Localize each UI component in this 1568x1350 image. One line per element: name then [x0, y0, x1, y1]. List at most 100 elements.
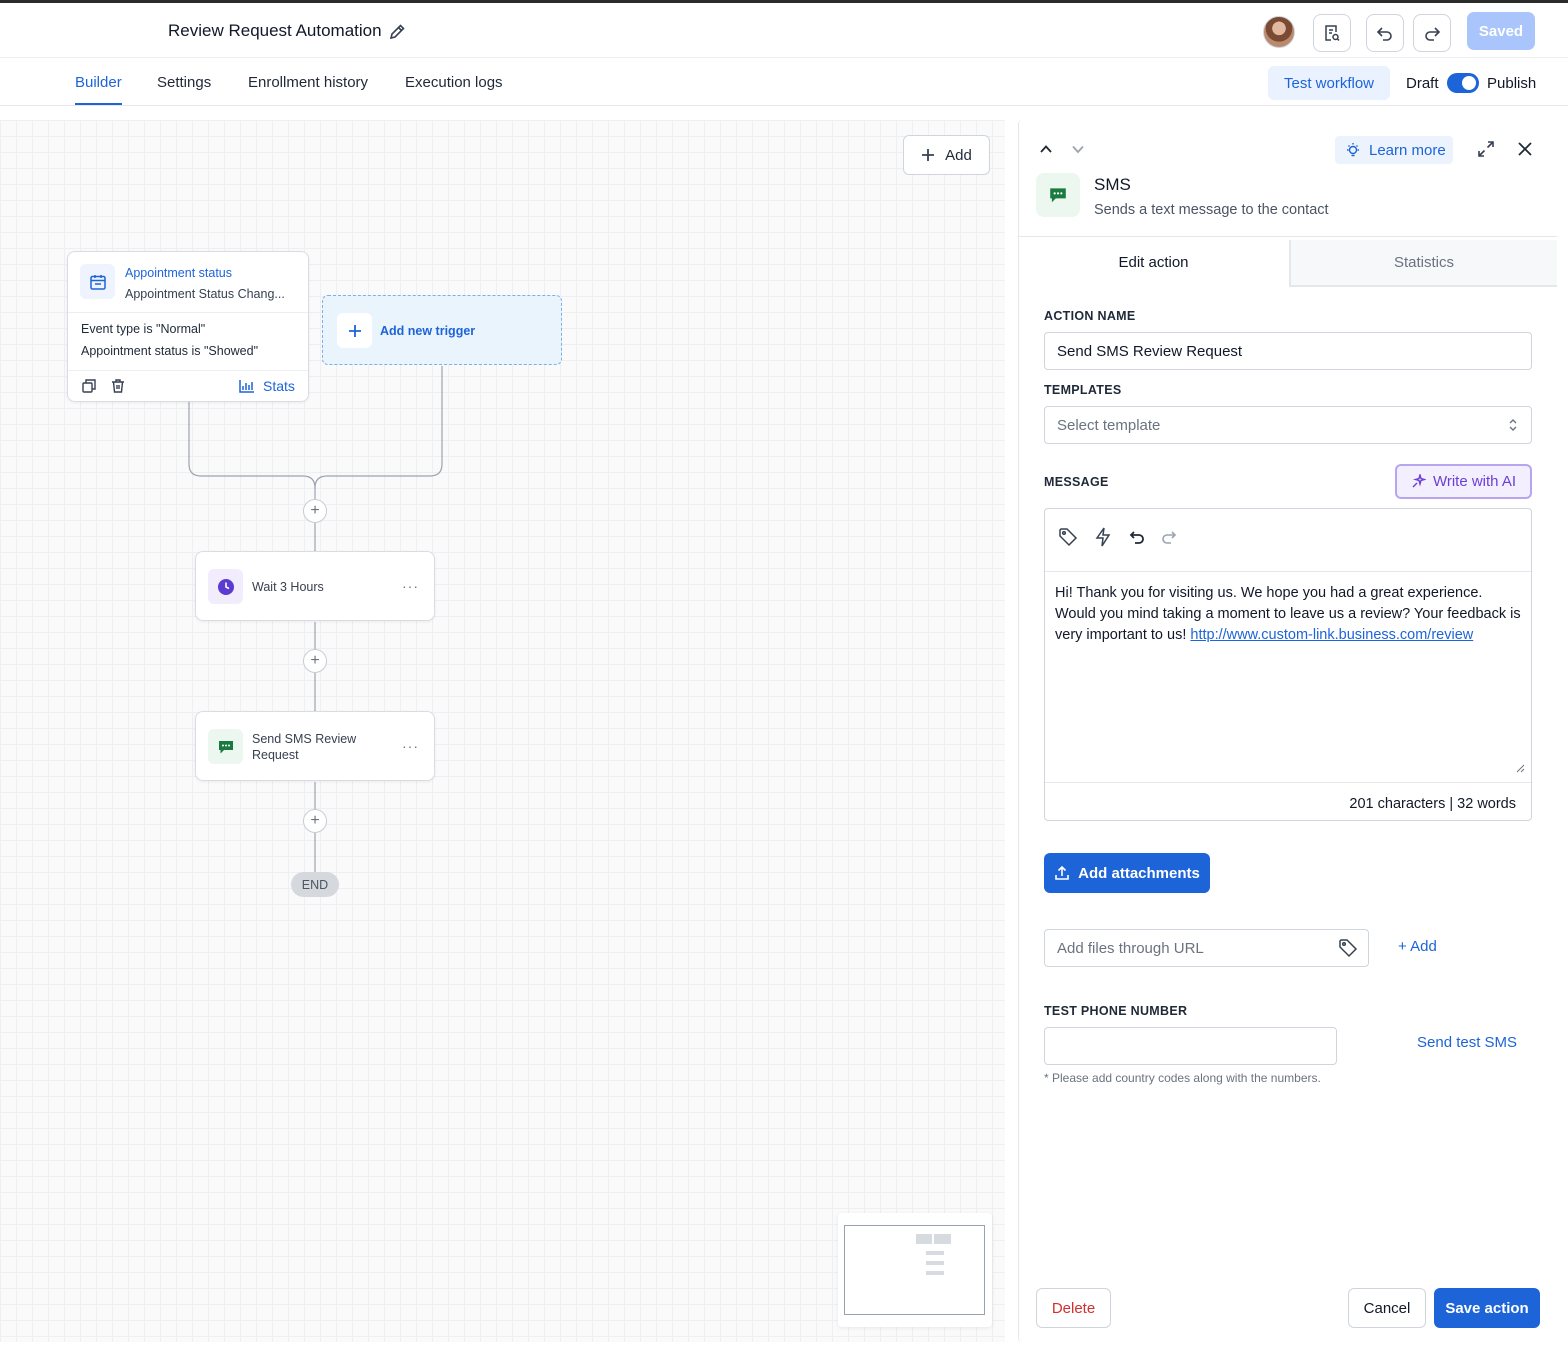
- test-workflow-button[interactable]: Test workflow: [1268, 66, 1390, 100]
- char-count: 201 characters: [1349, 796, 1446, 812]
- clock-icon: [217, 578, 234, 595]
- send-test-sms-link[interactable]: Send test SMS: [1417, 1034, 1517, 1051]
- word-count: 32 words: [1457, 796, 1516, 812]
- add-attachments-button[interactable]: Add attachments: [1044, 853, 1210, 893]
- step-more-icon[interactable]: ···: [402, 738, 419, 754]
- tag-icon[interactable]: [1338, 938, 1358, 958]
- template-select-placeholder: Select template: [1057, 416, 1161, 434]
- trigger-title: Appointment status: [125, 266, 233, 280]
- sms-icon: [218, 740, 233, 753]
- tab-settings[interactable]: Settings: [157, 74, 211, 91]
- attachment-url-placeholder: Add files through URL: [1057, 939, 1204, 957]
- workflow-end-marker: END: [291, 872, 339, 897]
- trigger-subtitle: Appointment Status Chang...: [125, 287, 285, 301]
- trash-icon[interactable]: [110, 378, 126, 394]
- sparkle-icon: [1412, 474, 1426, 488]
- sms-icon-box: [208, 729, 243, 764]
- trigger-condition: Event type is "Normal": [81, 322, 206, 336]
- chevron-down-icon[interactable]: [1071, 142, 1085, 156]
- tab-builder[interactable]: Builder: [75, 74, 122, 91]
- tab-execution-logs[interactable]: Execution logs: [405, 74, 503, 91]
- insert-step-button[interactable]: +: [303, 499, 327, 523]
- sms-action-icon-box: [1036, 173, 1080, 217]
- workflow-tabs-bar: Builder Settings Enrollment history Exec…: [0, 59, 1568, 106]
- redo-button[interactable]: [1413, 14, 1451, 52]
- save-action-button[interactable]: Save action: [1434, 1288, 1540, 1328]
- step-more-icon[interactable]: ···: [402, 578, 419, 594]
- message-text[interactable]: Hi! Thank you for visiting us. We hope y…: [1055, 583, 1525, 646]
- upload-icon: [1055, 865, 1069, 880]
- step-card-wait[interactable]: Wait 3 Hours ···: [195, 551, 435, 621]
- saved-button[interactable]: Saved: [1467, 12, 1535, 50]
- canvas-minimap[interactable]: [838, 1213, 992, 1327]
- trigger-card-appointment-status[interactable]: Appointment status Appointment Status Ch…: [67, 251, 309, 402]
- undo-button[interactable]: [1366, 14, 1404, 52]
- tag-icon[interactable]: [1058, 527, 1078, 547]
- write-with-ai-button[interactable]: Write with AI: [1395, 464, 1532, 499]
- wait-icon-box: [208, 569, 243, 604]
- action-name-value: Send SMS Review Request: [1057, 342, 1243, 360]
- action-type-description: Sends a text message to the contact: [1094, 202, 1329, 218]
- add-trigger-icon-box: [337, 313, 372, 348]
- lightning-icon[interactable]: [1094, 527, 1112, 547]
- plus-icon: [348, 324, 361, 337]
- tab-enrollment-history[interactable]: Enrollment history: [248, 74, 368, 91]
- undo-icon: [1376, 27, 1392, 41]
- user-avatar[interactable]: [1263, 16, 1295, 48]
- insert-step-button[interactable]: +: [303, 649, 327, 673]
- canvas-add-button[interactable]: Add: [903, 135, 990, 175]
- add-new-trigger-card[interactable]: Add new trigger: [322, 295, 562, 365]
- trigger-stats-button[interactable]: Stats: [239, 378, 295, 394]
- draft-label: Draft: [1406, 75, 1439, 92]
- action-side-panel: Learn more SMS Sends a text message to t…: [1018, 120, 1557, 1342]
- trigger-divider: [68, 312, 308, 313]
- phone-hint-text: * Please add country codes along with th…: [1044, 1071, 1321, 1085]
- workflow-canvas[interactable]: Add Appointment status Appointment Statu…: [0, 120, 1005, 1342]
- add-url-link[interactable]: + Add: [1398, 938, 1437, 955]
- canvas-add-label: Add: [945, 146, 972, 164]
- trigger-icon-box: [80, 264, 115, 299]
- document-search-icon: [1325, 25, 1340, 42]
- review-link[interactable]: http://www.custom-link.business.com/revi…: [1190, 627, 1473, 643]
- step-label: Send SMS Review Request: [252, 732, 357, 762]
- pencil-icon[interactable]: [388, 23, 406, 41]
- close-icon[interactable]: [1516, 140, 1534, 158]
- expand-icon[interactable]: [1477, 140, 1495, 158]
- cancel-button[interactable]: Cancel: [1348, 1288, 1426, 1328]
- lightbulb-icon: [1347, 143, 1359, 157]
- copy-icon[interactable]: [81, 378, 97, 394]
- tab-edit-action[interactable]: Edit action: [1019, 237, 1288, 287]
- delete-button[interactable]: Delete: [1036, 1288, 1111, 1328]
- editor-toolbar: [1045, 509, 1531, 572]
- redo-icon[interactable]: [1161, 529, 1177, 545]
- select-caret-icon: [1509, 419, 1517, 431]
- attachment-url-input[interactable]: Add files through URL: [1044, 929, 1369, 967]
- publish-toggle[interactable]: [1447, 73, 1479, 93]
- chevron-up-icon[interactable]: [1039, 142, 1053, 156]
- action-name-label: ACTION NAME: [1044, 309, 1136, 323]
- template-select[interactable]: Select template: [1044, 406, 1532, 444]
- test-phone-label: TEST PHONE NUMBER: [1044, 1004, 1188, 1018]
- trigger-stats-label: Stats: [263, 378, 295, 394]
- trigger-divider: [68, 370, 308, 371]
- test-phone-input[interactable]: [1044, 1027, 1337, 1065]
- action-name-input[interactable]: Send SMS Review Request: [1044, 332, 1532, 370]
- add-trigger-label: Add new trigger: [380, 324, 476, 338]
- write-with-ai-label: Write with AI: [1432, 473, 1517, 490]
- step-card-send-sms[interactable]: Send SMS Review Request ···: [195, 711, 435, 781]
- minimap-nodes: [916, 1234, 951, 1275]
- templates-label: TEMPLATES: [1044, 383, 1122, 397]
- resize-handle-icon[interactable]: [1515, 763, 1525, 773]
- editor-footer: 201 characters | 32 words: [1045, 782, 1531, 820]
- workflow-notes-button[interactable]: [1313, 14, 1351, 52]
- insert-step-button[interactable]: +: [303, 809, 327, 833]
- publish-label: Publish: [1487, 75, 1537, 92]
- tab-statistics[interactable]: Statistics: [1289, 240, 1557, 287]
- action-type-title: SMS: [1094, 175, 1131, 194]
- undo-icon[interactable]: [1129, 529, 1145, 545]
- redo-icon: [1425, 27, 1441, 41]
- plus-icon: [922, 149, 935, 161]
- message-editor[interactable]: Hi! Thank you for visiting us. We hope y…: [1044, 508, 1532, 821]
- learn-more-button[interactable]: Learn more: [1335, 136, 1453, 164]
- add-attachments-label: Add attachments: [1078, 864, 1200, 882]
